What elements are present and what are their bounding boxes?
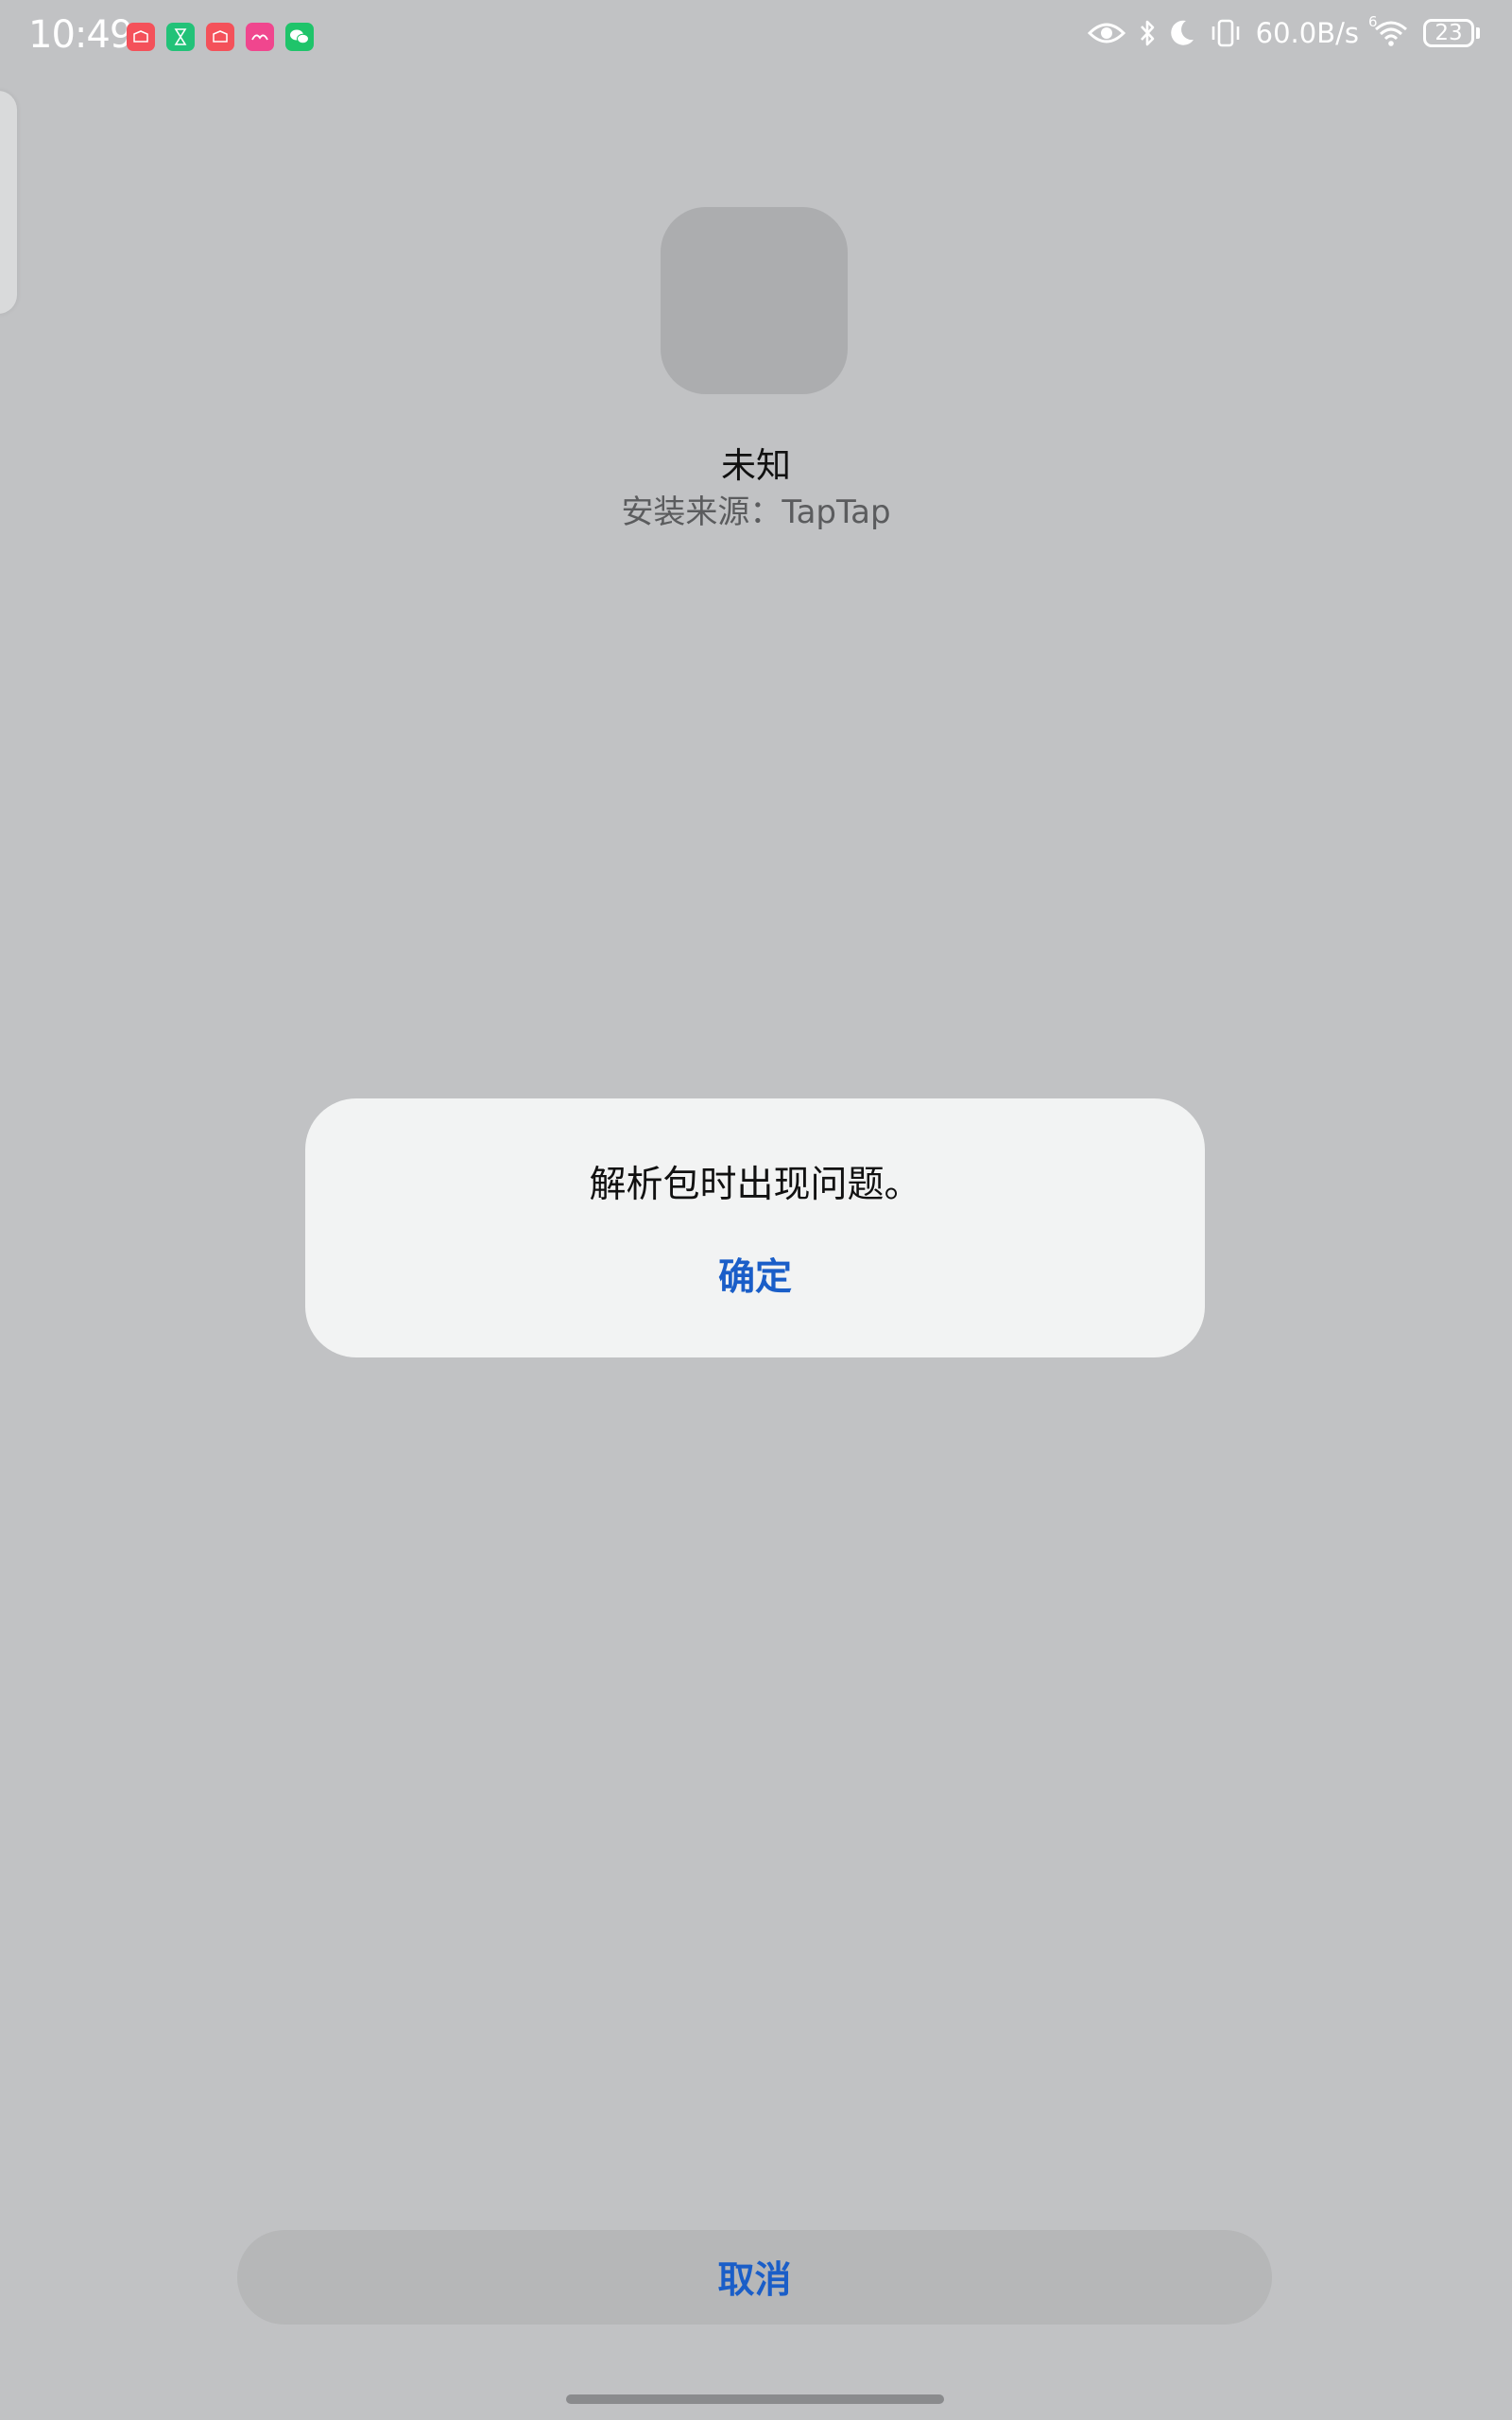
confirm-button[interactable]: 确定 [305, 1248, 1205, 1301]
app-name: 未知 [721, 445, 791, 486]
wifi-badge: 6 [1368, 13, 1378, 30]
vibrate-icon [1209, 19, 1243, 47]
app-icon-placeholder [661, 207, 848, 394]
notification-icons [127, 23, 314, 51]
battery-icon: 23 [1423, 19, 1480, 47]
eye-comfort-icon [1087, 20, 1125, 46]
home-indicator[interactable] [566, 2394, 944, 2404]
status-time: 10:49 [28, 13, 133, 57]
status-bar: 10:49 60.0B/s 6 23 [0, 0, 1512, 76]
install-source: 安装来源：TapTap [621, 493, 891, 531]
cancel-button[interactable]: 取消 [237, 2230, 1272, 2325]
dialog-message: 解析包时出现问题。 [589, 1164, 921, 1206]
hourglass-app-icon [166, 23, 195, 51]
shopping-app-icon [206, 23, 234, 51]
shopping-app-icon [127, 23, 155, 51]
wechat-icon [285, 23, 314, 51]
wifi-icon: 6 [1368, 13, 1410, 47]
do-not-disturb-icon [1169, 19, 1195, 47]
status-right: 60.0B/s 6 23 [1087, 13, 1480, 49]
parse-error-dialog: 解析包时出现问题。 确定 [305, 1098, 1205, 1357]
battery-level: 23 [1423, 19, 1474, 47]
installer-screen: 10:49 60.0B/s 6 23 未知 安装来源：TapTap 解析包时出现… [0, 0, 1512, 2420]
edge-panel-handle[interactable] [0, 91, 17, 314]
pink-app-icon [246, 23, 274, 51]
network-speed: 60.0B/s [1255, 17, 1359, 49]
bluetooth-icon [1139, 19, 1156, 47]
